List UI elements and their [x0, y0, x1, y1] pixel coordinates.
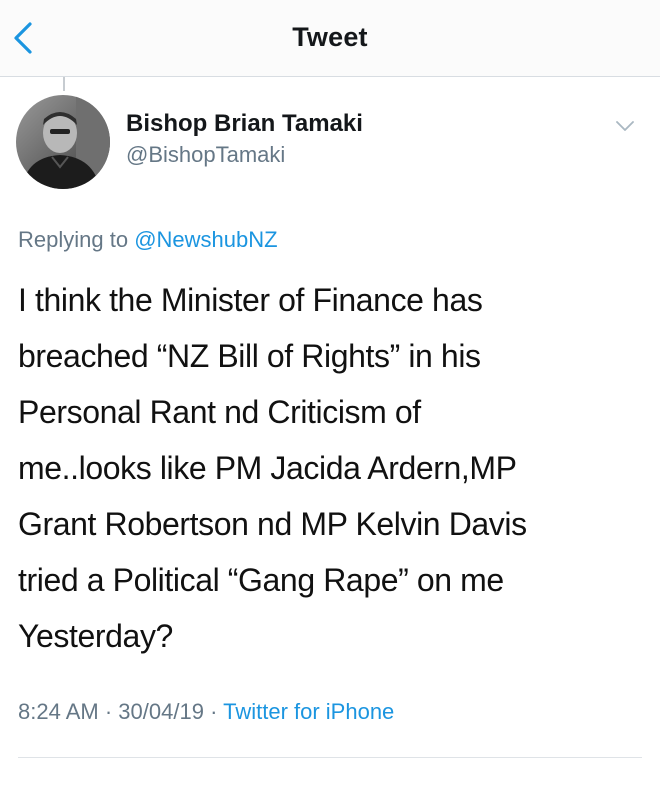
chevron-down-icon [616, 121, 634, 131]
tweet-text-line: Yesterday? [18, 618, 173, 654]
tweet-source-link[interactable]: Twitter for iPhone [223, 699, 394, 724]
thread-connector-line [63, 77, 65, 91]
tweet-text-line: me..looks like PM Jacida Ardern,MP [18, 450, 517, 486]
tweet-text-line: Grant Robertson nd MP Kelvin Davis [18, 506, 527, 542]
tweet-date[interactable]: 30/04/19 [118, 699, 204, 724]
replying-to-link[interactable]: @NewshubNZ [134, 227, 277, 252]
tweet-text-line: tried a Political “Gang Rape” on me [18, 562, 504, 598]
avatar-photo [16, 95, 110, 189]
tweet-text-line: Personal Rant nd Criticism of [18, 394, 421, 430]
replying-to-line: Replying to @NewshubNZ [18, 227, 278, 253]
more-options-button[interactable] [614, 118, 636, 134]
divider [18, 757, 642, 758]
tweet-text: I think the Minister of Finance has brea… [18, 272, 638, 664]
avatar[interactable] [16, 95, 110, 189]
tweet-meta: 8:24 AM · 30/04/19 · Twitter for iPhone [18, 699, 394, 725]
navigation-bar: Tweet [0, 0, 660, 77]
tweet-time[interactable]: 8:24 AM [18, 699, 99, 724]
page-title: Tweet [292, 22, 368, 52]
author-name[interactable]: Bishop Brian Tamaki [126, 110, 363, 138]
meta-separator: · [104, 699, 119, 724]
tweet-text-line: breached “NZ Bill of Rights” in his [18, 338, 481, 374]
replying-to-label: Replying to [18, 227, 129, 252]
meta-separator: · [210, 699, 224, 724]
tweet-text-line: I think the Minister of Finance has [18, 282, 483, 318]
author-handle[interactable]: @BishopTamaki [126, 142, 285, 168]
